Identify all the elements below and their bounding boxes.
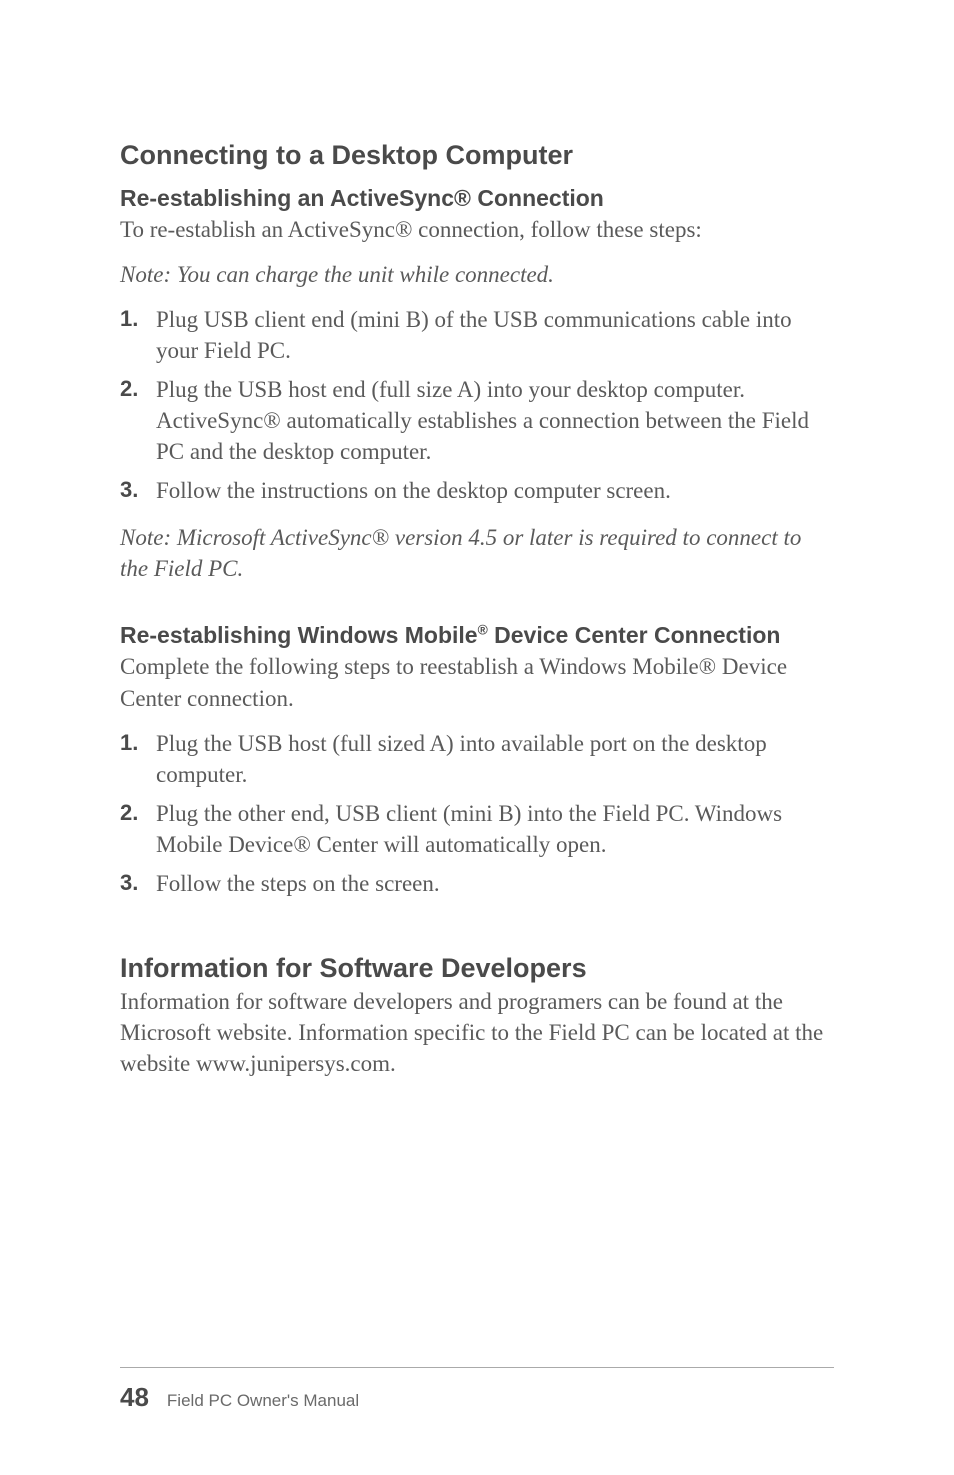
list-item: 3. Follow the instructions on the deskto…	[120, 475, 834, 506]
heading-text-pre: Re-establishing Windows Mobile	[120, 622, 478, 648]
list-text: Plug the other end, USB client (mini B) …	[156, 798, 834, 860]
list-text: Plug USB client end (mini B) of the USB …	[156, 304, 834, 366]
heading-text-post: Device Center Connection	[488, 622, 781, 648]
heading-windows-mobile: Re-establishing Windows Mobile® Device C…	[120, 622, 834, 649]
registered-mark: ®	[478, 623, 488, 638]
list-text: Follow the steps on the screen.	[156, 868, 834, 899]
note-charge: Note: You can charge the unit while conn…	[120, 259, 834, 290]
list-number: 1.	[120, 728, 156, 790]
list-item: 1. Plug USB client end (mini B) of the U…	[120, 304, 834, 366]
paragraph-activesync-intro: To re-establish an ActiveSync® connectio…	[120, 214, 834, 245]
list-item: 3. Follow the steps on the screen.	[120, 868, 834, 899]
paragraph-info-developers: Information for software developers and …	[120, 986, 834, 1079]
paragraph-wm-intro: Complete the following steps to reestabl…	[120, 651, 834, 713]
note-ms-version: Note: Microsoft ActiveSync® version 4.5 …	[120, 522, 834, 584]
list-number: 1.	[120, 304, 156, 366]
list-number: 2.	[120, 374, 156, 467]
list-number: 3.	[120, 868, 156, 899]
list-item: 2. Plug the other end, USB client (mini …	[120, 798, 834, 860]
page-footer: 48 Field PC Owner's Manual	[120, 1367, 834, 1413]
ordered-list-windows-mobile: 1. Plug the USB host (full sized A) into…	[120, 728, 834, 899]
list-number: 2.	[120, 798, 156, 860]
footer-title: Field PC Owner's Manual	[167, 1391, 359, 1411]
list-item: 1. Plug the USB host (full sized A) into…	[120, 728, 834, 790]
heading-connecting: Connecting to a Desktop Computer	[120, 140, 834, 171]
list-item: 2. Plug the USB host end (full size A) i…	[120, 374, 834, 467]
list-text: Plug the USB host end (full size A) into…	[156, 374, 834, 467]
heading-info-developers: Information for Software Developers	[120, 953, 834, 984]
ordered-list-activesync: 1. Plug USB client end (mini B) of the U…	[120, 304, 834, 506]
list-text: Follow the instructions on the desktop c…	[156, 475, 834, 506]
heading-activesync: Re-establishing an ActiveSync® Connectio…	[120, 185, 834, 212]
list-number: 3.	[120, 475, 156, 506]
list-text: Plug the USB host (full sized A) into av…	[156, 728, 834, 790]
page-number: 48	[120, 1382, 149, 1413]
